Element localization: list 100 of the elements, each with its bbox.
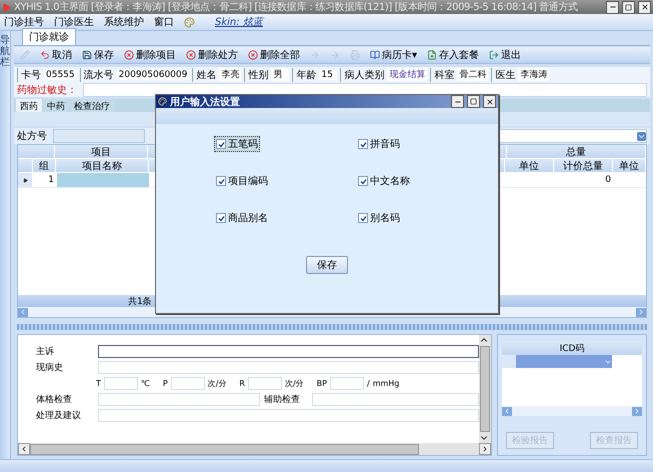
delete-icon xyxy=(186,50,196,60)
scroll-left-button[interactable] xyxy=(18,443,30,455)
palette-icon[interactable] xyxy=(184,16,195,28)
minimize-button[interactable] xyxy=(606,0,619,14)
vital-field[interactable] xyxy=(330,377,364,390)
maximize-icon xyxy=(625,4,632,10)
app-icon xyxy=(158,97,167,106)
dialog-title: 用户输入法设置 xyxy=(170,95,241,108)
field-value: 200905060009 xyxy=(116,70,190,80)
scroll-left-icon[interactable] xyxy=(502,406,512,416)
checkbox-option[interactable]: 别名码 xyxy=(356,210,402,226)
save-icon xyxy=(82,50,92,60)
exit-icon xyxy=(489,50,500,60)
field-value: 现金结算 xyxy=(387,68,428,81)
scroll-right-icon[interactable] xyxy=(636,308,646,316)
checkbox[interactable] xyxy=(216,213,226,223)
app-icon xyxy=(2,2,11,12)
exam-field[interactable] xyxy=(98,393,260,406)
close-button[interactable] xyxy=(483,95,496,108)
unit-label: 次/分 xyxy=(208,378,226,389)
vital-label: R xyxy=(239,379,245,388)
maximize-icon xyxy=(470,98,477,105)
checkbox[interactable] xyxy=(216,176,226,186)
toolbar-button[interactable]: 取消 xyxy=(38,48,74,62)
checkbox-option[interactable]: 中文名称 xyxy=(356,173,412,189)
toolbar-button[interactable]: 退出 xyxy=(487,48,524,62)
file-plus-icon xyxy=(427,50,438,60)
record-count: 共1条 xyxy=(128,296,153,308)
field-value: 15 xyxy=(319,70,338,80)
field-value: 男 xyxy=(271,68,290,81)
field-label: 主诉 xyxy=(36,346,55,358)
horizontal-scrollbar[interactable] xyxy=(18,443,491,455)
field-label: 辅助检查 xyxy=(264,394,301,406)
unit-label: / xyxy=(366,379,370,388)
checkbox-option[interactable]: 五笔码 xyxy=(214,136,260,152)
column-header: ICD码 xyxy=(502,341,642,355)
document-tab[interactable]: 门诊就诊 xyxy=(22,28,76,45)
checkbox[interactable] xyxy=(358,213,368,223)
row-pointer-icon xyxy=(22,178,28,182)
row-header xyxy=(502,355,516,368)
tab[interactable]: 检查治疗 xyxy=(70,99,114,112)
toolbar-button[interactable]: 病历卡▾ xyxy=(368,48,420,62)
vital-label: P xyxy=(162,379,168,388)
scroll-left-icon[interactable] xyxy=(18,308,28,316)
prescription-field[interactable] xyxy=(53,129,145,143)
prescription-label: 处方号 xyxy=(17,130,47,143)
skin-link[interactable]: Skin: 炫蓝 xyxy=(215,15,263,29)
field-label: 现病史 xyxy=(36,362,64,374)
checkbox-option[interactable]: 商品别名 xyxy=(214,210,270,226)
checkbox-option[interactable]: 拼音码 xyxy=(356,136,402,152)
toolbar-button[interactable]: 保存 xyxy=(80,48,116,62)
unit-label: 次/分 xyxy=(284,378,304,389)
minimize-button[interactable] xyxy=(451,95,464,108)
toolbar-button[interactable]: 删除项目 xyxy=(122,48,178,62)
close-icon xyxy=(486,98,494,106)
maximize-button[interactable] xyxy=(622,0,635,14)
history-field[interactable] xyxy=(98,361,479,374)
menu-item[interactable]: 窗口 xyxy=(154,15,174,29)
scroll-right-icon xyxy=(481,445,489,453)
tab[interactable]: 中药 xyxy=(43,99,69,112)
vital-label: T xyxy=(96,379,101,388)
unit-label: mmHg xyxy=(372,379,400,388)
window-title: XYHIS 1.0主界面 [登录者：李海涛] [登录地点：骨二科] [连接数据库：练习数据库(121)] [版本时间：2009-5-5 16:08:14] 普通方式 xyxy=(14,0,579,14)
maximize-button[interactable] xyxy=(467,95,480,108)
book-icon xyxy=(370,50,380,60)
unit-label: ℃ xyxy=(140,379,150,388)
vital-field[interactable] xyxy=(104,377,138,390)
vertical-scrollbar[interactable] xyxy=(479,335,491,443)
vital-field[interactable] xyxy=(170,377,205,390)
plan-field[interactable] xyxy=(98,409,479,422)
allergy-field[interactable] xyxy=(83,82,647,96)
checkbox[interactable] xyxy=(358,176,368,186)
tab[interactable]: 西药 xyxy=(16,99,42,112)
field-label: 处理及建议 xyxy=(36,410,82,422)
close-button[interactable] xyxy=(638,0,651,14)
menu-item[interactable]: 门诊医生 xyxy=(54,15,94,29)
field-value: 李亮 xyxy=(219,68,242,81)
scroll-left-icon xyxy=(20,445,28,453)
save-button[interactable]: 保存 xyxy=(306,256,348,274)
toolbar-button[interactable]: 删除全部 xyxy=(246,48,302,62)
menu-item[interactable]: 系统维护 xyxy=(104,15,144,29)
vital-field[interactable] xyxy=(248,377,282,390)
checkbox[interactable] xyxy=(358,139,368,149)
checkbox[interactable] xyxy=(216,139,226,149)
field-label: 体格检查 xyxy=(36,394,73,406)
delete-icon xyxy=(124,50,134,60)
side-panel-label[interactable]: 导航栏 xyxy=(0,35,10,68)
delete-icon xyxy=(248,50,258,60)
field-value: 李海涛 xyxy=(518,68,550,81)
aux-exam-field[interactable] xyxy=(312,393,479,406)
allergy-label: 药物过敏史： xyxy=(17,84,77,96)
toolbar-button[interactable]: 存入套餐 xyxy=(425,48,482,62)
vital-label: BP xyxy=(316,379,327,388)
close-icon xyxy=(640,3,648,11)
dropdown-icon xyxy=(637,132,646,140)
menu-item[interactable]: 门诊挂号 xyxy=(4,15,44,29)
scroll-right-icon[interactable] xyxy=(632,406,642,416)
chief-complaint-field[interactable] xyxy=(98,345,479,358)
checkbox-option[interactable]: 项目编码 xyxy=(214,173,270,189)
toolbar-button[interactable]: 删除处方 xyxy=(184,48,240,62)
